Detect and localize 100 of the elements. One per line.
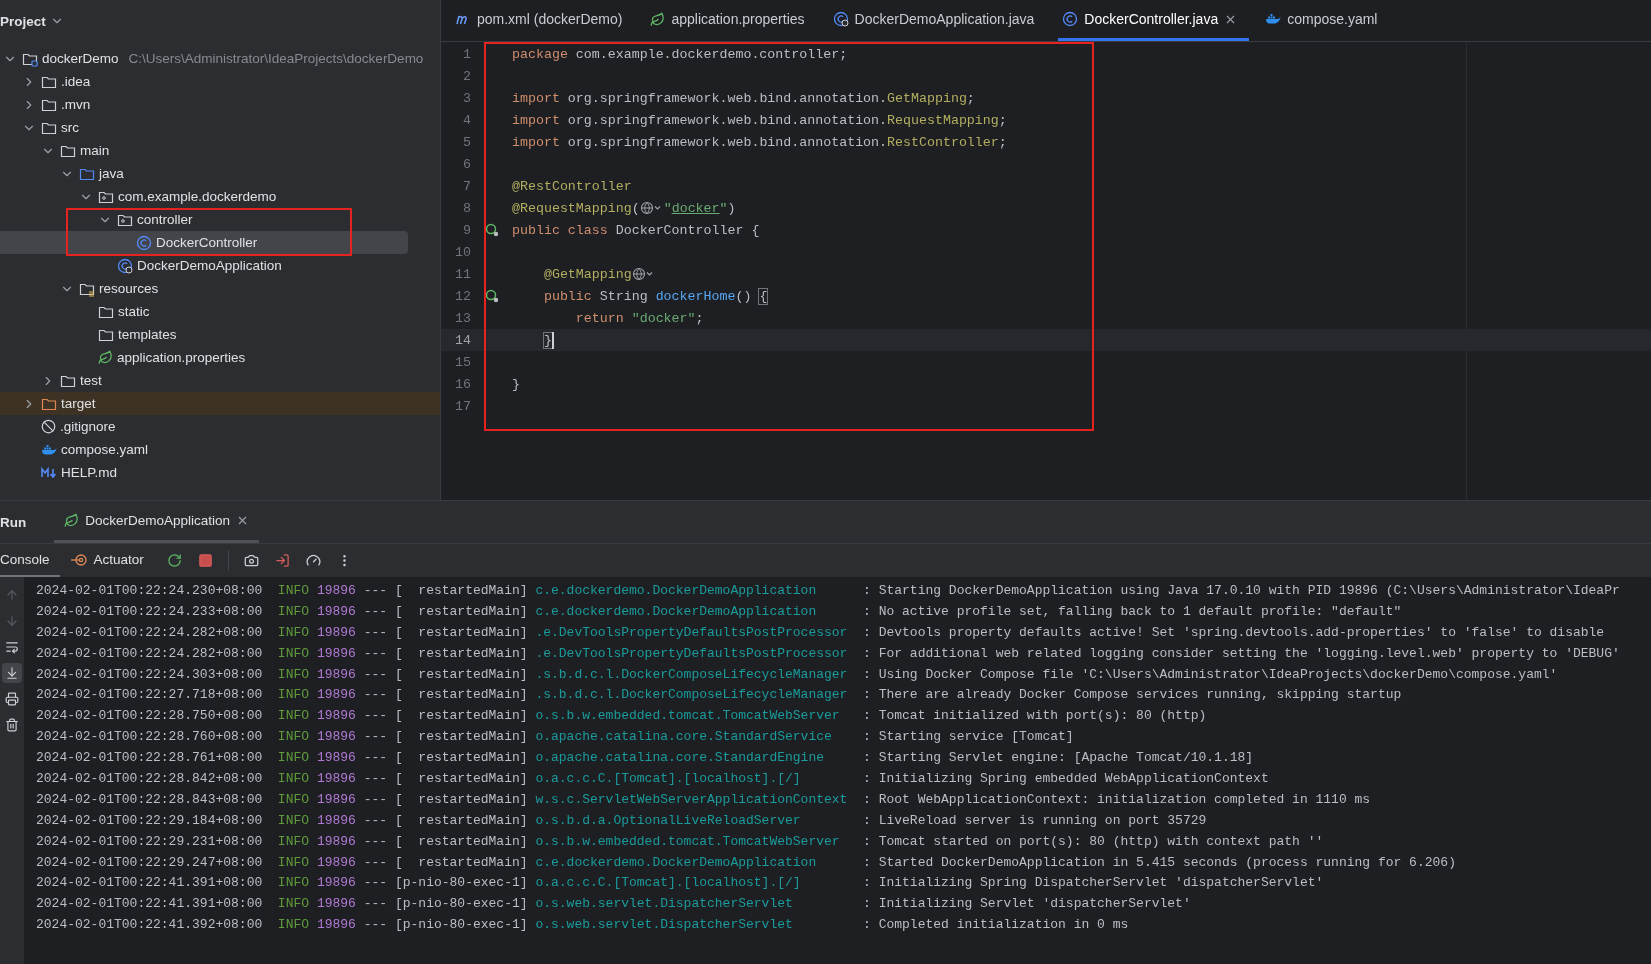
tree-item[interactable]: resources — [0, 277, 440, 300]
panel-title[interactable]: Project — [0, 13, 46, 29]
tree-item-label: com.example.dockerdemo — [118, 189, 277, 204]
tree-item[interactable]: target — [0, 392, 440, 415]
tree-item[interactable]: .idea — [0, 70, 440, 93]
log-line: 2024-02-01T00:22:28.760+08:00 INFO 19896 --- [ restartedMain] o.apache.catalina.core.StandardService : Starting service [Tomcat] — [36, 728, 1075, 747]
tree-item-label: static — [118, 304, 150, 319]
log-line: 2024-02-01T00:22:29.247+08:00 INFO 19896 --- [ restartedMain] c.e.dockerdemo.DockerDemoApplication : Started DockerDemoApplication in 5.415 seconds (process running for 6.206) — [36, 853, 1457, 872]
line-number: 5 — [462, 134, 471, 150]
leaf-icon — [650, 11, 666, 27]
whale-icon — [1265, 11, 1282, 27]
log-line: 2024-02-01T00:22:27.718+08:00 INFO 19896 --- [ restartedMain] .s.b.d.c.l.DockerComposeLifecycleManager : There are already Docker Compose services running, skipping startup — [36, 686, 1403, 705]
code-text: "docker") — [663, 200, 736, 216]
tree-item-label: application.properties — [117, 350, 246, 365]
tree-item-label: HELP.md — [61, 465, 118, 480]
tree-item-label: .idea — [61, 74, 91, 89]
log-line: 2024-02-01T00:22:41.392+08:00 INFO 19896 --- [p-nio-80-exec-1] o.s.web.servlet.DispatcherServlet : Completed initialization in 0 ms — [36, 916, 1130, 935]
log-line: 2024-02-01T00:22:41.391+08:00 INFO 19896 --- [p-nio-80-exec-1] o.s.web.servlet.DispatcherServlet : Initializing Servlet 'dispatcherServlet' — [36, 895, 1192, 914]
log-line: 2024-02-01T00:22:28.842+08:00 INFO 19896 --- [ restartedMain] o.a.c.c.C.[Tomcat].[localhost].[/] : Initializing Spring embedded WebApplicationContext — [36, 770, 1270, 788]
line-number: 2 — [462, 68, 471, 84]
tree-item[interactable]: main — [0, 139, 440, 162]
line-number: 11 — [454, 266, 471, 282]
line-number: 13 — [454, 310, 471, 326]
tree-item[interactable]: templates — [0, 323, 440, 346]
panel-title: Run — [0, 514, 27, 530]
tree-item[interactable]: dockerDemo C:\Users\Administrator\IdeaProjects\dockerDemo — [0, 47, 440, 70]
line-number: 6 — [462, 156, 471, 172]
tree-item[interactable]: test — [0, 369, 440, 392]
console-tab[interactable]: Actuator — [69, 544, 154, 577]
leaf-icon — [64, 513, 80, 528]
spring-class-icon — [832, 11, 849, 27]
line-number: 4 — [462, 112, 471, 128]
editor-tab[interactable]: pom.xml (dockerDemo) — [451, 0, 635, 41]
line-number: 10 — [454, 244, 471, 260]
ignore-icon — [41, 419, 56, 434]
code-text: @GetMapping — [542, 266, 632, 282]
editor-tab[interactable]: compose.yaml — [1261, 0, 1390, 41]
tree-item-label: controller — [137, 212, 193, 227]
tree-item-label: dockerDemo — [42, 51, 119, 66]
log-line: 2024-02-01T00:22:28.750+08:00 INFO 19896 --- [ restartedMain] o.s.b.w.embedded.tomcat.TomcatWebServer : Tomcat initialized with port(s): 80 (http) — [36, 707, 1208, 726]
log-line: 2024-02-01T00:22:41.391+08:00 INFO 19896 --- [p-nio-80-exec-1] o.a.c.c.C.[Tomcat].[localhost].[/] : Initializing Spring DispatcherServlet 'dispatcherServlet' — [36, 874, 1325, 893]
code-text: import org.springframework.web.bind.annotation.RestController; — [512, 134, 1007, 150]
tree-item[interactable]: compose.yaml — [0, 438, 440, 461]
log-line: 2024-02-01T00:22:28.843+08:00 INFO 19896 --- [ restartedMain] w.s.c.ServletWebServerApplicationContext : Root WebApplicationContext: initialization completed in 1110 ms — [36, 790, 1372, 809]
log-line: 2024-02-01T00:22:28.761+08:00 INFO 19896 --- [ restartedMain] o.apache.catalina.core.StandardEngine : Starting Servlet engine: [Apache Tomcat/10.1.18] — [36, 749, 1255, 768]
run-tab[interactable]: DockerDemoApplication — [54, 501, 260, 543]
code-text: } — [512, 376, 520, 392]
code-text: @RequestMapping( — [512, 200, 640, 216]
log-line: 2024-02-01T00:22:29.231+08:00 INFO 19896 --- [ restartedMain] o.s.b.w.embedded.tomcat.TomcatWebServer : Tomcat started on port(s): 80 (http) with context path '' — [36, 832, 1325, 851]
code-text: public String dockerHome() { — [542, 288, 768, 304]
editor-tab[interactable]: application.properties — [646, 0, 817, 41]
scroll-to-end-icon[interactable] — [2, 663, 22, 683]
tree-item[interactable]: DockerController — [0, 231, 408, 254]
bean-gutter-icon[interactable] — [484, 223, 499, 237]
line-number: 1 — [462, 46, 471, 62]
class-icon — [136, 234, 152, 251]
line-number: 14 — [454, 332, 471, 348]
line-number: 7 — [462, 178, 471, 194]
tree-item-label: DockerController — [156, 235, 258, 250]
tree-item[interactable]: com.example.dockerdemo — [0, 185, 440, 208]
code-text: } — [542, 332, 552, 348]
code-text: import org.springframework.web.bind.annotation.RequestMapping; — [512, 112, 1007, 128]
code-text: import org.springframework.web.bind.annotation.GetMapping; — [512, 90, 975, 106]
line-number: 15 — [454, 354, 471, 370]
tree-item[interactable]: java — [0, 162, 440, 185]
tree-item[interactable]: controller — [0, 208, 440, 231]
target-icon — [69, 552, 88, 567]
tree-item[interactable]: DockerDemoApplication — [0, 254, 440, 277]
line-number: 9 — [462, 222, 471, 238]
bean-gutter-icon[interactable] — [484, 289, 499, 303]
log-line: 2024-02-01T00:22:24.230+08:00 INFO 19896 --- [ restartedMain] c.e.dockerdemo.DockerDemoApplication : Starting DockerDemoApplication using Java 17.0.10 with PID 19896 (C:\Users\Administrator\IdeaPr — [36, 582, 1621, 600]
line-number: 16 — [454, 376, 471, 392]
class-icon — [1062, 11, 1079, 27]
tree-item-label: java — [99, 166, 124, 181]
tree-item[interactable]: .mvn — [0, 93, 440, 116]
tree-item[interactable]: src — [0, 116, 440, 139]
log-line: 2024-02-01T00:22:24.303+08:00 INFO 19896 --- [ restartedMain] .s.b.d.c.l.DockerComposeLifecycleManager : Using Docker Compose file 'C:\Users\Administrator\IdeaProjects\dockerDemo\compose.yaml' — [36, 665, 1559, 684]
log-line: 2024-02-01T00:22:24.233+08:00 INFO 19896 --- [ restartedMain] c.e.dockerdemo.DockerDemoApplication : No active profile set, falling back to 1 default profile: "default" — [36, 602, 1403, 621]
leaf-icon — [98, 350, 113, 365]
tree-item[interactable]: static — [0, 300, 440, 323]
tree-item-label: DockerDemoApplication — [137, 258, 282, 273]
tree-item[interactable]: HELP.md — [0, 461, 440, 484]
code-text: return "docker"; — [574, 310, 704, 326]
editor-tab[interactable]: DockerDemoApplication.java — [828, 0, 1047, 41]
editor-tab[interactable]: DockerController.java — [1058, 0, 1250, 41]
log-line: 2024-02-01T00:22:29.184+08:00 INFO 19896 --- [ restartedMain] o.s.b.d.a.OptionalLiveReloadServer : LiveReload server is running on port 35729 — [36, 811, 1208, 830]
tree-item[interactable]: application.properties — [0, 346, 440, 369]
markdown-icon — [41, 466, 57, 479]
tree-item[interactable]: .gitignore — [0, 415, 440, 438]
tree-item-label: main — [80, 143, 110, 158]
line-number: 17 — [454, 398, 471, 414]
log-line: 2024-02-01T00:22:24.282+08:00 INFO 19896 --- [ restartedMain] .e.DevToolsPropertyDefaultsPostProcessor : Devtools property defaults active! Set 'spring.devtools.add-properties' to 'false' to disable — [36, 623, 1606, 642]
tree-item-label: .gitignore — [60, 419, 116, 434]
tree-item-label: compose.yaml — [61, 442, 149, 457]
code-text: public class DockerController { — [512, 222, 760, 238]
tree-item-label: target — [61, 396, 96, 411]
code-text: package com.example.dockerdemo.controller; — [512, 46, 848, 62]
tree-item-label: src — [61, 120, 79, 135]
line-number: 3 — [462, 90, 471, 106]
code-text: @RestController — [512, 178, 632, 194]
